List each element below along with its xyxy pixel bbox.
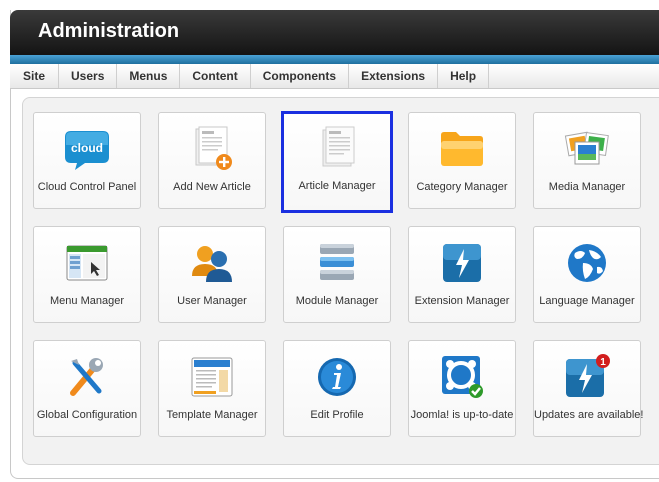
tile-global-configuration[interactable]: Global Configuration [33, 340, 141, 437]
tile-edit-profile[interactable]: Edit Profile [283, 340, 391, 437]
svg-text:cloud: cloud [71, 141, 103, 155]
page-title: Administration [38, 20, 180, 42]
menu-extensions[interactable]: Extensions [349, 64, 439, 88]
menu-users[interactable]: Users [59, 64, 118, 88]
tile-label: Edit Profile [310, 409, 364, 421]
tile-article-manager[interactable]: Article Manager [281, 111, 393, 213]
tile-cloud-control-panel[interactable]: cloud Cloud Control Panel [33, 112, 141, 209]
tools-icon [70, 358, 103, 396]
tile-media-manager[interactable]: Media Manager [533, 112, 641, 209]
main-menu: Site Users Menus Content Components Exte… [10, 64, 659, 89]
header-stripe [10, 55, 659, 64]
tile-user-manager[interactable]: User Manager [158, 226, 266, 323]
tile-extension-manager[interactable]: Extension Manager [408, 226, 516, 323]
tile-updates-available[interactable]: 1 Updates are available! [533, 340, 644, 437]
folder-icon [441, 132, 483, 166]
tile-label: Add New Article [173, 181, 251, 193]
menu-site[interactable]: Site [10, 64, 60, 88]
extension-bolt-icon [443, 244, 481, 282]
tile-menu-manager[interactable]: Menu Manager [33, 226, 141, 323]
tile-label: Media Manager [548, 181, 626, 193]
tile-label: Extension Manager [414, 295, 510, 307]
tile-label: User Manager [177, 295, 247, 307]
control-panel: cloud Cloud Control Panel Add New Articl… [22, 97, 659, 465]
media-icon [564, 131, 609, 165]
tile-label: Joomla! is up-to-date [410, 409, 514, 421]
template-icon [191, 357, 233, 397]
update-bolt-icon: 1 [566, 354, 610, 397]
tile-joomla-status[interactable]: Joomla! is up-to-date [408, 340, 516, 437]
tile-label: Category Manager [416, 181, 508, 193]
header-bar: Administration [10, 10, 659, 55]
tile-language-manager[interactable]: Language Manager [533, 226, 641, 323]
users-icon [192, 246, 232, 282]
tile-template-manager[interactable]: Template Manager [158, 340, 266, 437]
menu-help[interactable]: Help [438, 64, 490, 88]
tile-label: Language Manager [539, 295, 635, 307]
tile-label: Template Manager [166, 409, 258, 421]
add-article-icon [195, 126, 232, 170]
cloud-icon: cloud [65, 131, 109, 170]
article-icon [322, 126, 355, 167]
tile-module-manager[interactable]: Module Manager [283, 226, 391, 323]
menu-content[interactable]: Content [180, 64, 251, 88]
modules-icon [320, 244, 354, 280]
menu-window-icon [66, 245, 108, 281]
menu-components[interactable]: Components [251, 64, 350, 88]
joomla-check-icon [442, 356, 483, 398]
tile-category-manager[interactable]: Category Manager [408, 112, 516, 209]
tile-add-new-article[interactable]: Add New Article [158, 112, 266, 209]
info-icon [318, 358, 356, 396]
tile-label: Menu Manager [50, 295, 124, 307]
tile-label: Article Manager [298, 180, 376, 192]
tile-label: Global Configuration [36, 409, 138, 421]
update-count-badge: 1 [600, 357, 606, 368]
tile-label: Module Manager [295, 295, 379, 307]
menu-menus[interactable]: Menus [117, 64, 181, 88]
tile-label: Updates are available! [534, 409, 644, 421]
globe-icon [568, 244, 606, 282]
tile-label: Cloud Control Panel [37, 181, 137, 193]
